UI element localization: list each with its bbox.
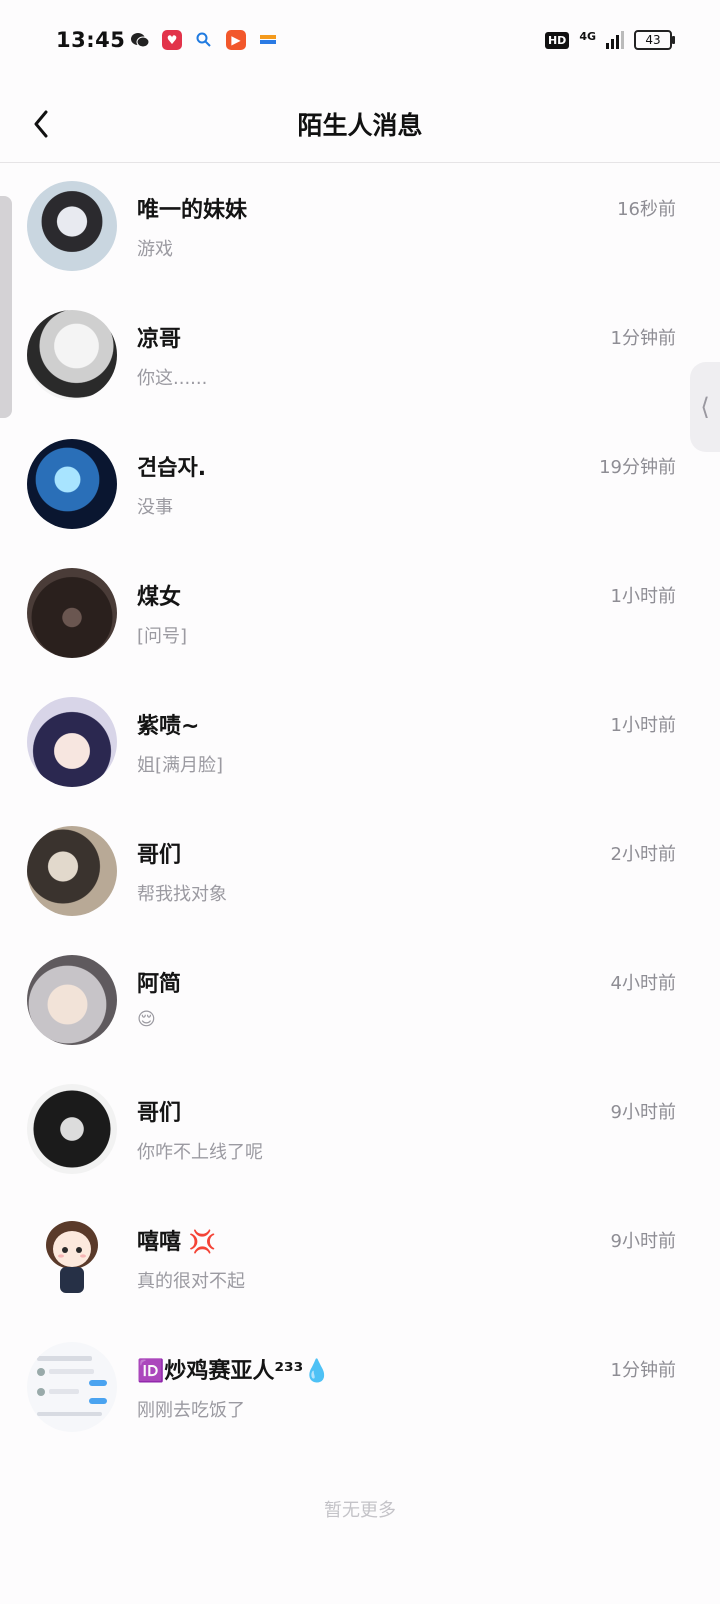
search-app-icon bbox=[194, 30, 214, 50]
contact-name: 唯一的妹妹 bbox=[137, 198, 248, 223]
contact-name: 紫啧~ bbox=[137, 714, 200, 739]
conversation-row[interactable]: 凉哥 你这...... 1分钟前 bbox=[0, 291, 720, 420]
message-time: 19分钟前 bbox=[599, 457, 676, 478]
status-right: HD 4G 43 bbox=[544, 29, 675, 50]
nav-header: 陌生人消息 bbox=[0, 84, 720, 163]
avatar[interactable] bbox=[27, 1084, 117, 1174]
avatar[interactable] bbox=[27, 1213, 117, 1303]
contact-name: 哥们 bbox=[137, 1101, 182, 1126]
wechat-icon bbox=[130, 30, 150, 50]
message-preview: 没事 bbox=[137, 497, 173, 518]
signal-icon bbox=[606, 31, 624, 49]
heart-app-icon: ♥ bbox=[162, 30, 182, 50]
conversation-row[interactable]: 唯一的妹妹 游戏 16秒前 bbox=[0, 162, 720, 291]
message-preview: 帮我找对象 bbox=[137, 884, 227, 905]
battery-icon: 43 bbox=[634, 30, 675, 50]
status-app-icons: ♥ ▶ bbox=[130, 30, 278, 50]
video-app-icon: ▶ bbox=[226, 30, 246, 50]
avatar[interactable] bbox=[27, 697, 117, 787]
message-preview: 真的很对不起 bbox=[137, 1271, 245, 1292]
wallet-app-icon bbox=[258, 30, 278, 50]
conversation-row[interactable]: 煤女 [问号] 1小时前 bbox=[0, 549, 720, 678]
avatar[interactable] bbox=[27, 181, 117, 271]
conversation-list: 唯一的妹妹 游戏 16秒前 凉哥 你这...... 1分钟前 견습자. 没事 1… bbox=[0, 162, 720, 1452]
message-preview: [问号] bbox=[137, 626, 188, 647]
contact-name: 견습자. bbox=[137, 456, 207, 481]
avatar[interactable] bbox=[27, 439, 117, 529]
message-time: 1小时前 bbox=[610, 586, 676, 607]
contact-name: 嘻嘻 💢 bbox=[137, 1230, 217, 1255]
avatar[interactable] bbox=[27, 826, 117, 916]
avatar[interactable] bbox=[27, 568, 117, 658]
conversation-row[interactable]: 哥们 你咋不上线了呢 9小时前 bbox=[0, 1065, 720, 1194]
status-bar: 13:45 ♥ ▶ HD 4G 43 bbox=[0, 0, 720, 84]
avatar[interactable] bbox=[27, 310, 117, 400]
contact-name: 凉哥 bbox=[137, 327, 182, 352]
conversation-row[interactable]: 견습자. 没事 19分钟前 bbox=[0, 420, 720, 549]
message-time: 16秒前 bbox=[617, 199, 676, 220]
message-time: 1分钟前 bbox=[610, 328, 676, 349]
message-preview: 你咋不上线了呢 bbox=[137, 1142, 263, 1163]
message-preview: 姐[满月脸] bbox=[137, 755, 224, 776]
message-time: 1小时前 bbox=[610, 715, 676, 736]
network-type: 4G bbox=[579, 29, 596, 43]
hd-badge: HD bbox=[544, 31, 570, 49]
page-title: 陌生人消息 bbox=[297, 111, 423, 140]
message-time: 1分钟前 bbox=[610, 1360, 676, 1381]
message-time: 9小时前 bbox=[610, 1102, 676, 1123]
contact-name: 哥们 bbox=[137, 843, 182, 868]
status-time: 13:45 bbox=[56, 28, 126, 52]
conversation-row[interactable]: 哥们 帮我找对象 2小时前 bbox=[0, 807, 720, 936]
message-preview: 😌 bbox=[137, 1009, 156, 1030]
contact-name: 煤女 bbox=[137, 585, 182, 610]
avatar[interactable] bbox=[27, 1342, 117, 1432]
message-preview: 你这...... bbox=[137, 368, 208, 389]
message-preview: 游戏 bbox=[137, 239, 173, 260]
conversation-row[interactable]: 阿简 😌 4小时前 bbox=[0, 936, 720, 1065]
chat-screenshot-avatar bbox=[37, 1356, 107, 1416]
conversation-row[interactable]: 紫啧~ 姐[满月脸] 1小时前 bbox=[0, 678, 720, 807]
avatar[interactable] bbox=[27, 955, 117, 1045]
message-time: 9小时前 bbox=[610, 1231, 676, 1252]
contact-name: 阿简 bbox=[137, 972, 182, 997]
conversation-row[interactable]: 🆔炒鸡赛亚人²³³💧 刚刚去吃饭了 1分钟前 bbox=[0, 1323, 720, 1452]
message-time: 2小时前 bbox=[610, 844, 676, 865]
conversation-row[interactable]: 嘻嘻 💢 真的很对不起 9小时前 bbox=[0, 1194, 720, 1323]
no-more-label: 暂无更多 bbox=[324, 1500, 396, 1521]
message-preview: 刚刚去吃饭了 bbox=[137, 1400, 245, 1421]
message-time: 4小时前 bbox=[610, 973, 676, 994]
contact-name: 🆔炒鸡赛亚人²³³💧 bbox=[137, 1359, 331, 1384]
cartoon-girl-avatar bbox=[46, 1221, 98, 1293]
